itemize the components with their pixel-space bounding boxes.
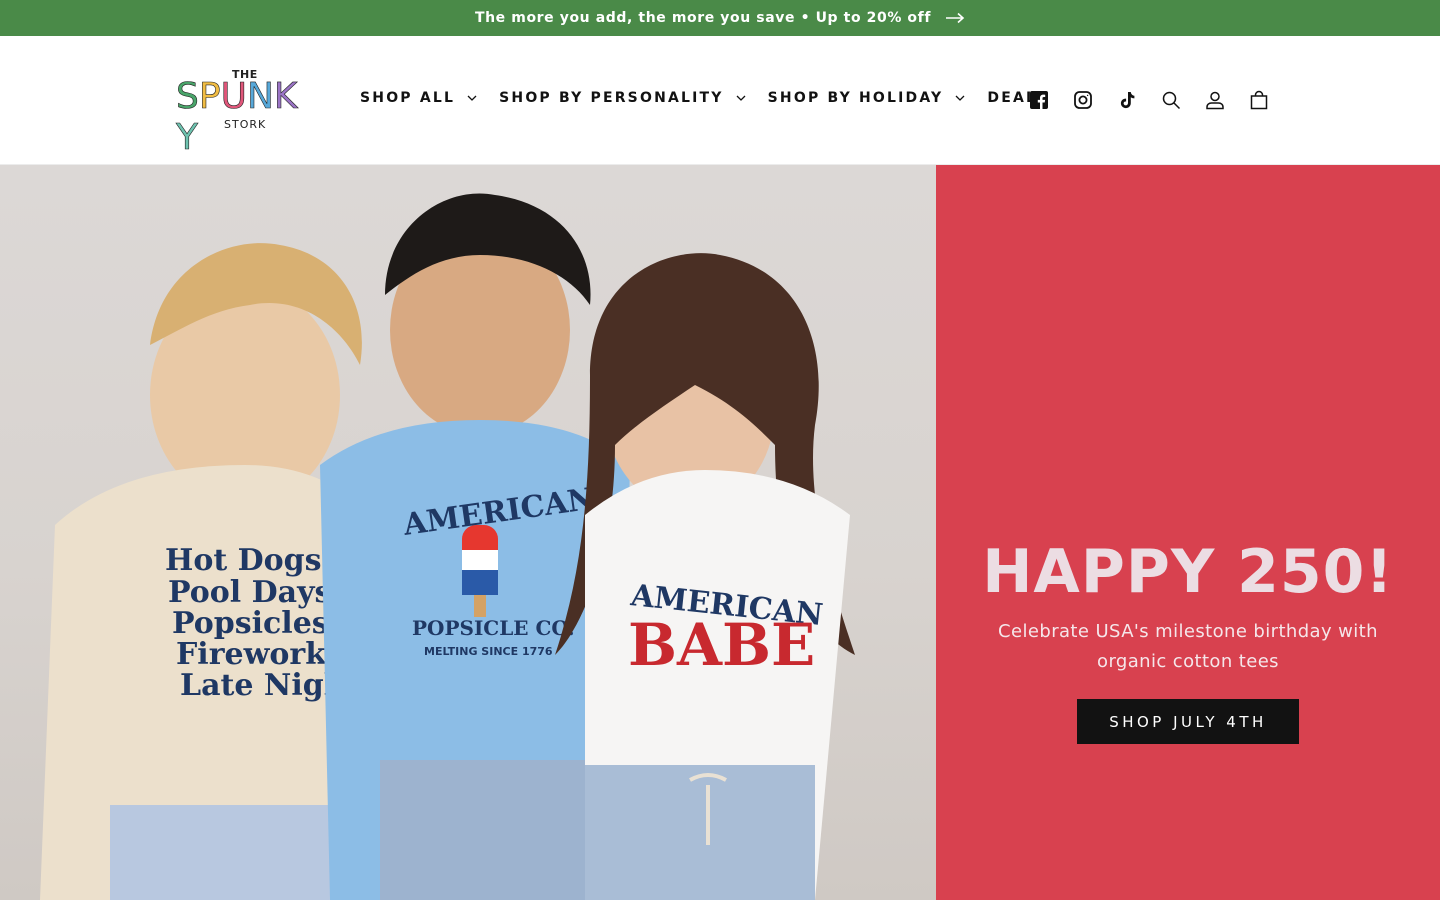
logo-letter: K bbox=[273, 76, 298, 118]
shirt-left-line: Hot Dogs bbox=[165, 543, 322, 578]
shirt-left-line: Fireworks bbox=[176, 637, 343, 672]
chevron-down-icon bbox=[955, 95, 965, 101]
nav-shop-by-holiday[interactable]: SHOP BY HOLIDAY bbox=[768, 90, 966, 106]
announcement-bar: The more you add, the more you save • Up… bbox=[0, 0, 1440, 36]
main-nav: SHOP ALL SHOP BY PERSONALITY SHOP BY HOL… bbox=[360, 90, 1071, 106]
shirt-left-line: Popsicles bbox=[172, 606, 329, 641]
shirt-right-main: BABE bbox=[628, 611, 815, 679]
arrow-right-icon bbox=[946, 12, 965, 24]
facebook-icon[interactable] bbox=[1028, 89, 1050, 111]
logo-letter: U bbox=[220, 76, 247, 118]
account-icon[interactable] bbox=[1204, 89, 1226, 111]
logo-letter: Y bbox=[176, 117, 199, 159]
logo-bottom-text: STORK bbox=[224, 118, 267, 131]
announcement-link[interactable]: The more you add, the more you save • Up… bbox=[475, 10, 965, 26]
shirt-left-line: Pool Days bbox=[168, 575, 331, 610]
logo-letter: S bbox=[176, 76, 199, 118]
chevron-down-icon bbox=[467, 95, 477, 101]
nav-label: SHOP ALL bbox=[360, 90, 456, 106]
hero-subtitle: Celebrate USA's milestone birthday with … bbox=[998, 621, 1378, 672]
logo-letter: P bbox=[198, 76, 221, 118]
cart-icon[interactable] bbox=[1248, 89, 1270, 111]
nav-label: SHOP BY HOLIDAY bbox=[767, 90, 944, 106]
chevron-down-icon bbox=[736, 95, 746, 101]
logo-letter: N bbox=[246, 76, 275, 118]
hero-image[interactable]: Hot Dogs Pool Days Popsicles Fireworks L… bbox=[0, 165, 936, 900]
kids-in-tees-illustration: Hot Dogs Pool Days Popsicles Fireworks L… bbox=[40, 193, 855, 900]
shop-july-4th-button[interactable]: SHOP JULY 4TH bbox=[1077, 699, 1299, 744]
nav-label: SHOP BY PERSONALITY bbox=[499, 90, 724, 106]
logo-wordmark: SPUNK Y bbox=[176, 76, 318, 159]
site-header: THE SPUNKY STORK SHOP ALL SHOP BY PERSON… bbox=[0, 36, 1440, 165]
nav-shop-by-personality[interactable]: SHOP BY PERSONALITY bbox=[499, 90, 746, 106]
hero-panel: HAPPY 250! Celebrate USA's milestone bir… bbox=[936, 165, 1440, 900]
tiktok-icon[interactable] bbox=[1116, 89, 1138, 111]
announcement-text: The more you add, the more you save • Up… bbox=[474, 10, 932, 26]
shirt-middle-sub: MELTING SINCE 1776 bbox=[424, 645, 553, 658]
nav-shop-all[interactable]: SHOP ALL bbox=[360, 90, 477, 106]
shirt-middle-main: POPSICLE CO. bbox=[412, 616, 575, 640]
hero-title: HAPPY 250! bbox=[982, 537, 1394, 607]
instagram-icon[interactable] bbox=[1072, 89, 1094, 111]
site-logo[interactable]: THE SPUNKY STORK bbox=[172, 66, 318, 158]
search-icon[interactable] bbox=[1160, 89, 1182, 111]
header-icons bbox=[1028, 89, 1292, 111]
